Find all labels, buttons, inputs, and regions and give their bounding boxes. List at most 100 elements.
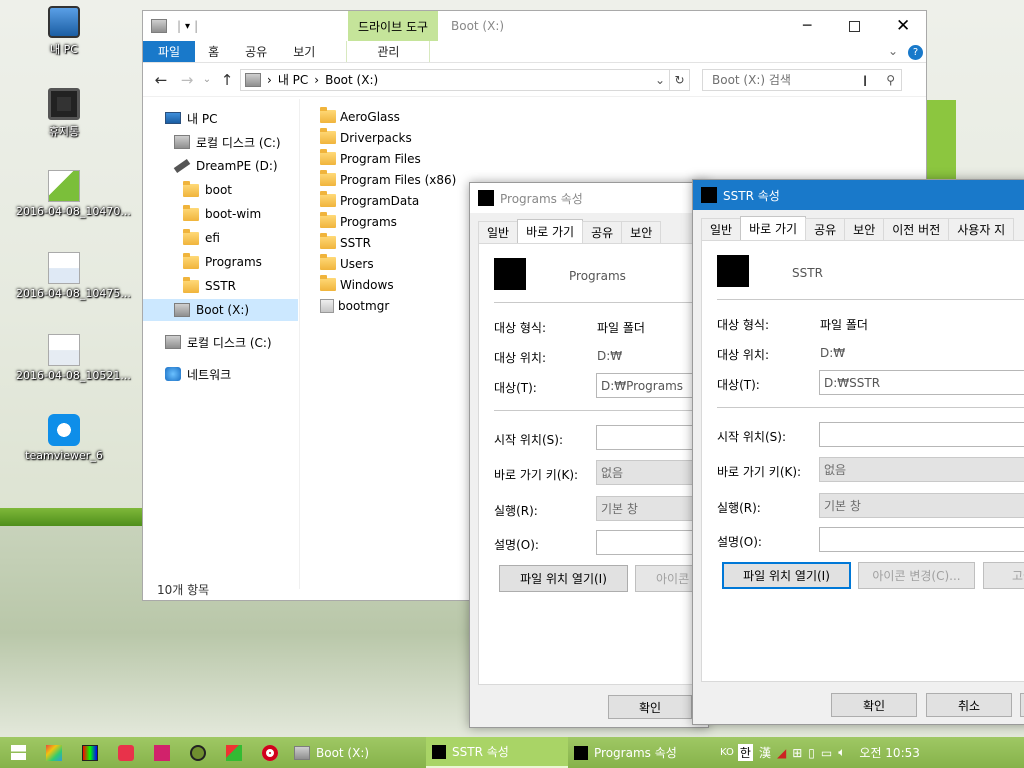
- drive-icon: [174, 303, 190, 317]
- nav-boot-x[interactable]: Boot (X:): [143, 299, 298, 321]
- target-field[interactable]: D:₩SSTR: [819, 370, 1024, 395]
- maximize-icon[interactable]: [849, 20, 860, 32]
- nav-folder-boot[interactable]: boot: [183, 179, 232, 201]
- ime-language[interactable]: KO: [720, 747, 734, 758]
- cancel-button[interactable]: 취소: [926, 693, 1012, 717]
- target-location-label: 대상 위치:: [717, 348, 770, 362]
- taskbar-pinned-app-2[interactable]: [72, 737, 108, 768]
- taskbar-app-programs-properties[interactable]: Programs 속성: [568, 737, 710, 768]
- file-item-sstr[interactable]: SSTR: [320, 232, 371, 253]
- tab-security[interactable]: 보안: [621, 221, 662, 243]
- tab-previous-versions[interactable]: 이전 버전: [883, 218, 950, 240]
- file-item-program-files[interactable]: Program Files: [320, 148, 421, 169]
- taskbar-pinned-app-7[interactable]: [252, 737, 288, 768]
- tab-home[interactable]: 홈: [195, 41, 232, 62]
- taskbar-pinned-app-4[interactable]: [144, 737, 180, 768]
- ribbon-expand-icon[interactable]: ⌄: [888, 44, 898, 58]
- clock[interactable]: 오전 10:53: [859, 744, 919, 761]
- folder-shortcut-icon: [478, 190, 494, 206]
- apply-button[interactable]: [1020, 693, 1024, 717]
- nav-folder-efi[interactable]: efi: [183, 227, 220, 249]
- taskbar-app-sstr-properties[interactable]: SSTR 속성: [426, 737, 568, 768]
- desktop-icon-screenshot-2[interactable]: 2016-04-08_10475...: [16, 252, 131, 300]
- usb-icon[interactable]: ▯: [808, 746, 815, 760]
- tray-app-icon[interactable]: ◢: [777, 746, 786, 760]
- back-icon[interactable]: ←: [148, 71, 174, 89]
- start-button[interactable]: [0, 737, 36, 768]
- monitor-icon[interactable]: ▭: [821, 746, 832, 760]
- nav-network[interactable]: 네트워크: [165, 363, 231, 385]
- change-icon-button[interactable]: 아이콘 변경(C)...: [858, 562, 975, 589]
- minimize-icon[interactable]: ─: [803, 18, 811, 34]
- recent-dropdown-icon[interactable]: ⌄: [200, 74, 214, 85]
- target-label: 대상(T):: [717, 378, 760, 392]
- file-item-windows[interactable]: Windows: [320, 274, 394, 295]
- nav-folder-programs[interactable]: Programs: [183, 251, 262, 273]
- refresh-button[interactable]: ↻: [670, 68, 690, 91]
- address-box[interactable]: › 내 PC › Boot (X:) ⌄: [240, 68, 670, 91]
- nav-local-c-2[interactable]: 로컬 디스크 (C:): [165, 331, 272, 353]
- nav-my-pc[interactable]: 내 PC: [165, 107, 217, 129]
- volume-icon[interactable]: 🔈︎: [838, 745, 845, 760]
- search-input[interactable]: Boot (X:) 검색 ⚲: [702, 68, 902, 91]
- nav-folder-sstr[interactable]: SSTR: [183, 275, 236, 297]
- chart-tool-icon: [226, 744, 242, 761]
- tab-view[interactable]: 보기: [280, 41, 328, 62]
- comment-field[interactable]: [819, 527, 1024, 552]
- ok-button[interactable]: 확인: [831, 693, 917, 717]
- file-item-program-files-x86[interactable]: Program Files (x86): [320, 169, 456, 190]
- ok-button[interactable]: 확인: [608, 695, 692, 719]
- run-select[interactable]: 기본 창: [819, 493, 1024, 518]
- tab-sharing[interactable]: 공유: [805, 218, 846, 240]
- tab-general[interactable]: 일반: [701, 218, 742, 240]
- target-location-label: 대상 위치:: [494, 351, 547, 365]
- taskbar-pinned-app-3[interactable]: [108, 737, 144, 768]
- open-file-location-button[interactable]: 파일 위치 열기(I): [722, 562, 851, 589]
- breadcrumb-boot[interactable]: Boot (X:): [325, 73, 378, 87]
- file-item-bootmgr[interactable]: bootmgr: [320, 295, 389, 316]
- close-icon[interactable]: ✕: [896, 16, 910, 36]
- desktop-icon-my-pc[interactable]: 내 PC: [16, 6, 112, 57]
- address-dropdown-icon[interactable]: ⌄: [655, 73, 665, 87]
- start-in-field[interactable]: [819, 422, 1024, 447]
- taskbar-app-explorer[interactable]: Boot (X:): [288, 737, 426, 768]
- desktop-icon-recycle-bin[interactable]: 휴지통: [16, 88, 112, 139]
- nav-folder-boot-wim[interactable]: boot-wim: [183, 203, 261, 225]
- up-icon[interactable]: ↑: [214, 71, 240, 89]
- tab-shortcut[interactable]: 바로 가기: [517, 219, 584, 243]
- taskbar-pinned-app-5[interactable]: [180, 737, 216, 768]
- hanja-icon[interactable]: 漢: [759, 744, 771, 761]
- file-item-programdata[interactable]: ProgramData: [320, 190, 419, 211]
- ime-mode[interactable]: 한: [737, 744, 753, 761]
- file-item-programs[interactable]: Programs: [320, 211, 397, 232]
- search-icon[interactable]: ⚲: [886, 73, 895, 87]
- quick-access-dropdown-icon[interactable]: ▾: [185, 21, 190, 32]
- desktop-icon-teamviewer[interactable]: teamviewer_6: [16, 414, 112, 462]
- tab-customize[interactable]: 사용자 지: [948, 218, 1015, 240]
- network-status-icon[interactable]: ⊞: [792, 746, 802, 760]
- desktop-icon-screenshot-1[interactable]: 2016-04-08_10470...: [16, 170, 131, 218]
- tab-sharing[interactable]: 공유: [582, 221, 623, 243]
- tab-file[interactable]: 파일: [143, 41, 196, 62]
- tab-shortcut[interactable]: 바로 가기: [740, 216, 807, 240]
- advanced-button[interactable]: 고급: [983, 562, 1024, 589]
- nav-local-c[interactable]: 로컬 디스크 (C:): [174, 131, 281, 153]
- file-item-aeroglass[interactable]: AeroGlass: [320, 106, 400, 127]
- hotkey-field[interactable]: 없음: [819, 457, 1024, 482]
- taskbar-pinned-app-1[interactable]: [36, 737, 72, 768]
- forward-icon[interactable]: →: [174, 71, 200, 89]
- nav-dreampe-d[interactable]: DreamPE (D:): [173, 155, 278, 177]
- comment-label: 설명(O):: [717, 535, 762, 549]
- file-item-driverpacks[interactable]: Driverpacks: [320, 127, 412, 148]
- file-item-users[interactable]: Users: [320, 253, 374, 274]
- tab-general[interactable]: 일반: [478, 221, 519, 243]
- breadcrumb-my-pc[interactable]: 내 PC: [278, 71, 308, 88]
- help-icon[interactable]: ?: [908, 45, 923, 60]
- desktop-icon-screenshot-3[interactable]: 2016-04-08_10521...: [16, 334, 131, 382]
- taskbar-pinned-app-6[interactable]: [216, 737, 252, 768]
- tool-icon: [190, 744, 206, 761]
- open-file-location-button[interactable]: 파일 위치 열기(I): [499, 565, 628, 592]
- tab-share[interactable]: 공유: [232, 41, 280, 62]
- tab-security[interactable]: 보안: [844, 218, 885, 240]
- tab-manage[interactable]: 관리: [346, 41, 431, 62]
